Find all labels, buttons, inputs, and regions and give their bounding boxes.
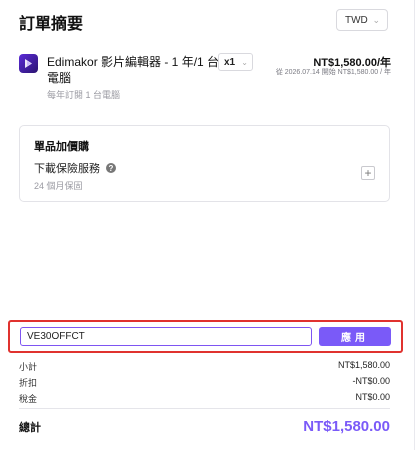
panel-edge bbox=[414, 0, 415, 450]
add-addon-button[interactable]: + bbox=[361, 166, 375, 180]
tax-label: 稅金 bbox=[19, 394, 38, 404]
product-name: Edimakor 影片編輯器 - 1 年/1 台電腦 bbox=[47, 55, 220, 85]
total-label: 總計 bbox=[19, 421, 41, 434]
total-value: NT$1,580.00 bbox=[303, 418, 390, 435]
subtotal-row: 小計 NT$1,580.00 bbox=[19, 360, 390, 373]
apply-coupon-button[interactable]: 應用 bbox=[319, 327, 391, 346]
quantity-value: x1 bbox=[224, 56, 236, 68]
discount-value: -NT$0.00 bbox=[352, 376, 390, 386]
coupon-section: 應用 bbox=[8, 320, 403, 353]
discount-row: 折扣 -NT$0.00 bbox=[19, 376, 390, 389]
divider bbox=[19, 408, 390, 409]
quantity-select[interactable]: x1 ⌄ bbox=[218, 53, 253, 71]
chevron-down-icon: ⌄ bbox=[241, 57, 248, 67]
addon-item: 下載保險服務 ? bbox=[34, 160, 116, 176]
total-row: 總計 NT$1,580.00 bbox=[19, 418, 390, 435]
subtotal-value: NT$1,580.00 bbox=[337, 360, 390, 370]
currency-value: TWD bbox=[345, 14, 368, 26]
currency-select[interactable]: TWD ⌄ bbox=[336, 9, 388, 31]
tax-value: NT$0.00 bbox=[355, 392, 390, 402]
help-icon[interactable]: ? bbox=[106, 163, 116, 173]
product-line: Edimakor 影片編輯器 - 1 年/1 台電腦 每年訂閱 1 台電腦 x1… bbox=[19, 53, 391, 104]
discount-label: 折扣 bbox=[19, 378, 38, 388]
order-summary-title: 訂單摘要 bbox=[19, 16, 84, 33]
coupon-input[interactable] bbox=[20, 327, 312, 346]
addon-item-label: 下載保險服務 bbox=[34, 163, 100, 175]
subtotal-label: 小計 bbox=[19, 362, 38, 372]
addon-card: 單品加價購 下載保險服務 ? 24 個月保固 + bbox=[19, 125, 390, 202]
product-subtitle: 每年訂閱 1 台電腦 bbox=[47, 90, 121, 100]
renewal-note: 從 2026.07.14 開始 NT$1,580.00 / 年 bbox=[275, 69, 391, 76]
tax-row: 稅金 NT$0.00 bbox=[19, 392, 390, 405]
chevron-down-icon: ⌄ bbox=[372, 14, 380, 25]
addon-item-subtitle: 24 個月保固 bbox=[34, 181, 83, 191]
addon-title: 單品加價購 bbox=[34, 141, 89, 153]
product-logo-icon bbox=[19, 54, 38, 73]
